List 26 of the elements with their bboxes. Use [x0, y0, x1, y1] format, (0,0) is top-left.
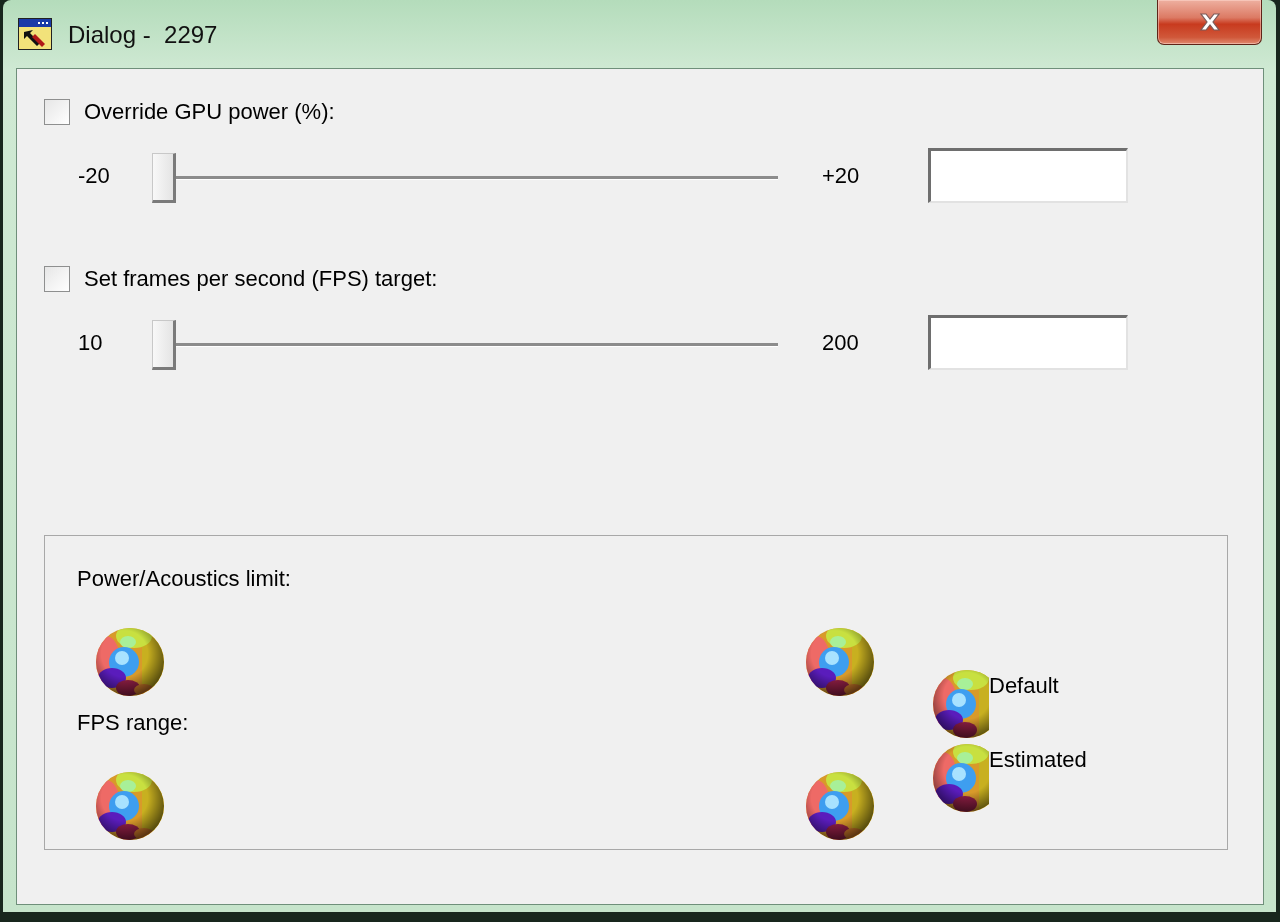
slider-thumb[interactable]: [152, 152, 176, 203]
window-title: Dialog - 2297: [68, 20, 218, 50]
color-sphere-icon: [804, 626, 876, 698]
slider-min-label: 10: [78, 329, 104, 356]
group-label: FPS range:: [77, 710, 189, 736]
group-label: Power/Acoustics limit:: [77, 566, 291, 592]
legend-label: Estimated: [989, 747, 1087, 773]
slider-max-label: +20: [822, 162, 861, 189]
slider-thumb[interactable]: [152, 319, 176, 370]
color-sphere-icon: [931, 668, 989, 740]
checkbox-label[interactable]: Set frames per second (FPS) target:: [84, 266, 438, 292]
value-field[interactable]: [928, 315, 1128, 370]
checkbox[interactable]: [44, 99, 70, 125]
slider-max-label: 200: [822, 329, 860, 356]
slider-min-label: -20: [78, 162, 111, 189]
color-sphere-icon: [94, 770, 166, 842]
checkbox[interactable]: [44, 266, 70, 292]
window-cursor-icon: [18, 18, 52, 50]
close-icon: [1197, 12, 1222, 32]
checkbox-label[interactable]: Override GPU power (%):: [84, 99, 335, 125]
close-button[interactable]: [1157, 0, 1262, 45]
value-field[interactable]: [928, 148, 1128, 203]
color-sphere-icon: [931, 742, 989, 814]
color-sphere-icon: [94, 626, 166, 698]
color-sphere-icon: [804, 770, 876, 842]
legend-label: Default: [989, 673, 1059, 699]
